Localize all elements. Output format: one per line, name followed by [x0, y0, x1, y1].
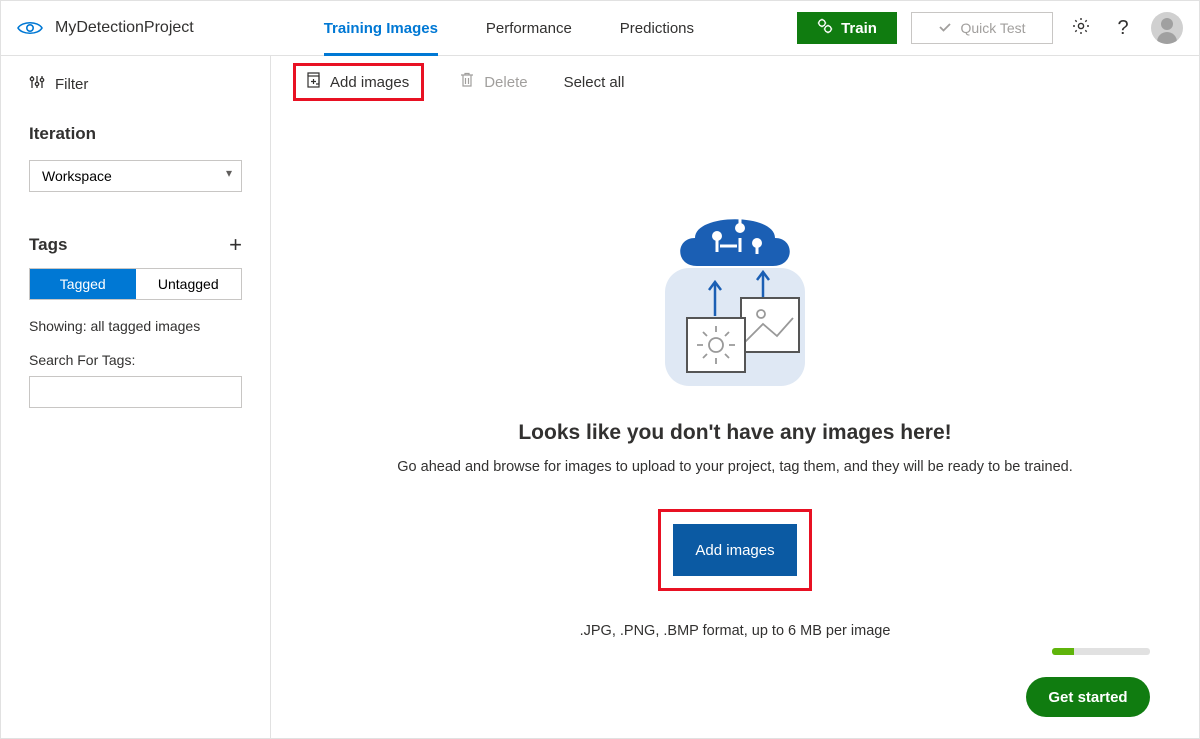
help-button[interactable]: ?: [1109, 14, 1137, 42]
tab-performance[interactable]: Performance: [486, 1, 572, 55]
tab-training-images[interactable]: Training Images: [324, 1, 438, 55]
gear-icon: [1071, 16, 1091, 41]
add-images-button-highlight: Add images: [658, 509, 812, 591]
filter-row[interactable]: Filter: [29, 74, 242, 94]
untagged-toggle[interactable]: Untagged: [136, 269, 242, 299]
search-tags-input[interactable]: [29, 376, 242, 408]
project-name: MyDetectionProject: [55, 19, 194, 37]
onboarding-progress: [1052, 648, 1150, 655]
add-tag-button[interactable]: +: [229, 232, 242, 258]
trash-icon: [460, 72, 474, 92]
settings-button[interactable]: [1067, 14, 1095, 42]
add-images-toolbar-label: Add images: [330, 74, 409, 91]
empty-state: Looks like you don't have any images her…: [271, 108, 1199, 738]
tab-predictions[interactable]: Predictions: [620, 1, 694, 55]
tags-heading: Tags: [29, 235, 67, 255]
quick-test-label: Quick Test: [960, 20, 1025, 36]
onboarding-progress-fill: [1052, 648, 1074, 655]
tags-header: Tags +: [29, 232, 242, 258]
empty-state-title: Looks like you don't have any images her…: [518, 421, 951, 445]
quick-test-button: Quick Test: [911, 12, 1053, 44]
vision-logo-icon: [17, 20, 43, 36]
select-all-label: Select all: [564, 74, 625, 91]
add-images-toolbar-button[interactable]: Add images: [304, 72, 409, 92]
tagged-toggle[interactable]: Tagged: [30, 269, 136, 299]
empty-illustration: [645, 188, 825, 393]
add-images-toolbar-highlight: Add images: [293, 63, 424, 101]
iteration-heading: Iteration: [29, 124, 242, 144]
gear-train-icon: [817, 18, 833, 38]
empty-state-subtitle: Go ahead and browse for images to upload…: [397, 459, 1072, 475]
showing-text: Showing: all tagged images: [29, 318, 242, 334]
sidebar: Filter Iteration Workspace Tags + Tagged…: [1, 56, 271, 738]
train-button[interactable]: Train: [797, 12, 897, 44]
delete-toolbar-label: Delete: [484, 74, 527, 91]
iteration-select[interactable]: Workspace: [29, 160, 242, 192]
iteration-select-wrap: Workspace: [29, 160, 242, 192]
filter-icon: [29, 74, 45, 94]
header-actions: Train Quick Test ?: [797, 12, 1183, 44]
image-toolbar: Add images Delete Select all: [271, 56, 1199, 108]
get-started-button[interactable]: Get started: [1026, 677, 1150, 717]
user-avatar[interactable]: [1151, 12, 1183, 44]
train-button-label: Train: [841, 20, 877, 37]
plus-icon: +: [229, 232, 242, 257]
add-images-button[interactable]: Add images: [673, 524, 797, 576]
search-tags-label: Search For Tags:: [29, 352, 242, 368]
format-note: .JPG, .PNG, .BMP format, up to 6 MB per …: [580, 623, 891, 639]
check-icon: [938, 20, 952, 37]
select-all-toolbar-button[interactable]: Select all: [564, 74, 625, 91]
filter-label: Filter: [55, 76, 88, 93]
project-title-group: MyDetectionProject: [17, 19, 194, 37]
add-images-icon: [304, 72, 320, 92]
main-content: Add images Delete Select all: [271, 56, 1199, 738]
tag-filter-toggle: Tagged Untagged: [29, 268, 242, 300]
delete-toolbar-button: Delete: [460, 72, 527, 92]
help-icon: ?: [1117, 17, 1128, 40]
header-bar: MyDetectionProject Training Images Perfo…: [0, 0, 1200, 56]
main-tabs: Training Images Performance Predictions: [324, 1, 694, 55]
